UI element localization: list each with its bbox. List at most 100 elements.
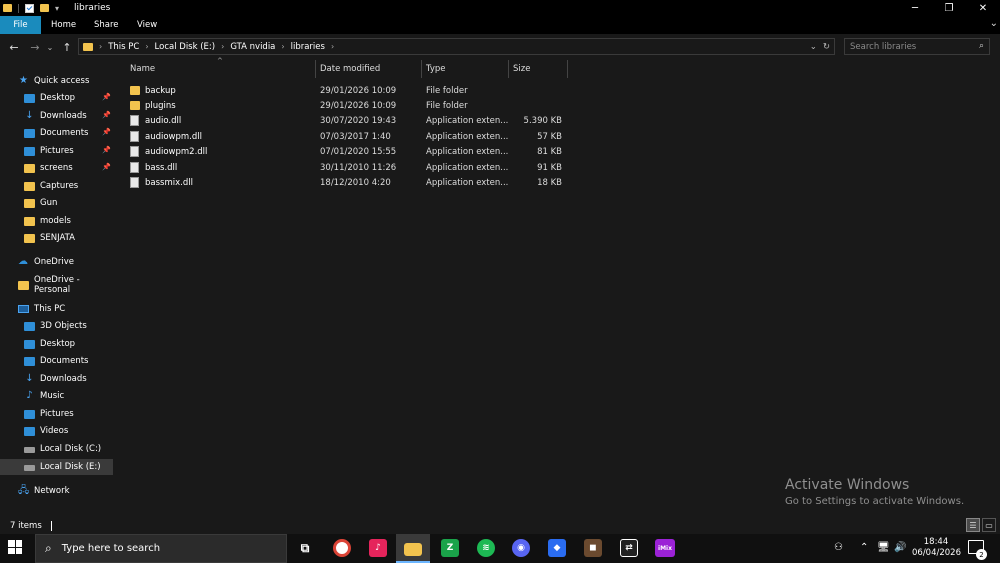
recent-locations-icon[interactable]: ⌄ [43, 39, 57, 55]
column-divider[interactable] [315, 60, 316, 78]
nav-label: Music [40, 391, 65, 401]
expand-ribbon-icon[interactable]: ⌄ [990, 18, 998, 29]
column-divider[interactable] [421, 60, 422, 78]
nav-label: 3D Objects [40, 321, 87, 331]
chevron-right-icon[interactable]: › [221, 42, 224, 51]
forward-button[interactable]: → [28, 39, 42, 55]
file-row[interactable]: bassmix.dll 18/12/2010 4:20 Application … [120, 175, 580, 190]
nav-pc-documents[interactable]: Documents [24, 353, 114, 369]
new-folder-icon[interactable] [40, 4, 49, 12]
pin-icon: 📌 [102, 146, 111, 154]
chevron-right-icon[interactable]: › [145, 42, 148, 51]
column-header-size[interactable]: Size [513, 60, 530, 78]
nav-quick-documents[interactable]: Documents 📌 [24, 125, 114, 141]
minimize-button[interactable]: ─ [898, 0, 932, 16]
chevron-right-icon[interactable]: › [281, 42, 284, 51]
breadcrumb-libraries[interactable]: libraries [291, 42, 325, 52]
tab-view[interactable]: View [137, 16, 157, 34]
back-button[interactable]: ← [7, 39, 21, 55]
tab-file[interactable]: File [0, 16, 41, 34]
nav-quick-pictures[interactable]: Pictures 📌 [24, 143, 114, 159]
column-header-date[interactable]: Date modified [320, 60, 380, 78]
column-divider[interactable] [508, 60, 509, 78]
search-box[interactable]: Search libraries ⌕ [844, 38, 990, 55]
file-name: audiowpm.dll [145, 131, 203, 142]
people-icon[interactable]: ⚇ [834, 542, 843, 553]
nav-pc-3d-objects[interactable]: 3D Objects [24, 318, 114, 334]
file-row[interactable]: audiowpm.dll 07/03/2017 1:40 Application… [120, 129, 580, 144]
nav-quick-models[interactable]: models [24, 213, 114, 229]
column-header-name[interactable]: Name [130, 60, 155, 78]
tab-home[interactable]: Home [51, 16, 76, 34]
game-app-icon[interactable]: ◼ [584, 539, 602, 557]
file-date: 30/07/2020 19:43 [320, 115, 397, 126]
customize-toolbar-icon[interactable]: ▾ [55, 4, 59, 13]
file-row[interactable]: backup 29/01/2026 10:09 File folder [120, 83, 580, 98]
show-hidden-icons-icon[interactable]: ⌃ [860, 542, 868, 553]
address-bar[interactable]: › This PC › Local Disk (E:) › GTA nvidia… [78, 38, 835, 55]
tab-share[interactable]: Share [94, 16, 119, 34]
large-icons-view-icon[interactable]: ▭ [982, 518, 996, 532]
up-button[interactable]: ↑ [60, 39, 74, 55]
nav-quick-access[interactable]: ★ Quick access [18, 73, 132, 89]
file-row[interactable]: bass.dll 30/11/2010 11:26 Application ex… [120, 160, 580, 175]
nav-quick-desktop[interactable]: Desktop 📌 [24, 90, 114, 106]
app-green-icon[interactable]: Z [441, 539, 459, 557]
music-icon: ♪ [26, 390, 33, 401]
taskbar-search[interactable]: ⌕ Type here to search [35, 534, 287, 563]
chevron-right-icon[interactable]: › [99, 42, 102, 51]
nav-pc-videos[interactable]: Videos [24, 423, 114, 439]
file-row[interactable]: plugins 29/01/2026 10:09 File folder [120, 98, 580, 113]
breadcrumb-this-pc[interactable]: This PC [108, 42, 139, 52]
nav-onedrive-personal[interactable]: OneDrive - Personal [18, 275, 114, 295]
restore-button[interactable]: ❐ [932, 0, 966, 16]
file-name: bass.dll [145, 162, 178, 173]
volume-icon[interactable]: 🔊 [894, 542, 906, 553]
search-placeholder: Search libraries [850, 41, 917, 52]
purple-app-icon[interactable]: iMix [655, 539, 675, 557]
file-explorer-icon[interactable] [404, 543, 422, 556]
details-view-icon[interactable]: ☰ [966, 518, 980, 532]
nav-this-pc[interactable]: This PC [18, 301, 114, 317]
nav-pc-local-disk-e[interactable]: Local Disk (E:) [0, 459, 113, 475]
nav-quick-downloads[interactable]: ↓ Downloads 📌 [24, 108, 114, 124]
nav-pc-pictures[interactable]: Pictures [24, 406, 114, 422]
nav-pc-desktop[interactable]: Desktop [24, 336, 114, 352]
network-status-icon[interactable]: 🖥 [877, 542, 890, 553]
activation-watermark-title: Activate Windows [785, 477, 910, 493]
capcut-icon[interactable]: ⇄ [620, 539, 638, 557]
nav-pc-music[interactable]: ♪ Music [24, 388, 114, 404]
discord-icon[interactable]: ◉ [512, 539, 530, 557]
chevron-right-icon[interactable]: › [331, 42, 334, 51]
column-header-type[interactable]: Type [426, 60, 446, 78]
roblox-icon[interactable]: ◆ [548, 539, 566, 557]
nav-quick-captures[interactable]: Captures [24, 178, 114, 194]
file-row[interactable]: audiowpm2.dll 07/01/2020 15:55 Applicati… [120, 144, 580, 159]
properties-icon[interactable] [25, 3, 34, 13]
search-icon: ⌕ [978, 41, 984, 51]
spotify-icon[interactable]: ≋ [477, 539, 495, 557]
chevron-down-icon[interactable]: ⌄ [810, 42, 817, 52]
system-clock[interactable]: 18:44 06/04/2026 [912, 537, 961, 559]
task-view-icon[interactable]: ⧉ [296, 539, 314, 557]
refresh-icon[interactable]: ↻ [823, 42, 830, 52]
breadcrumb-local-disk-e[interactable]: Local Disk (E:) [155, 42, 216, 52]
windows-start-icon[interactable] [8, 540, 22, 554]
view-switcher: ☰ ▭ [966, 518, 996, 532]
file-row[interactable]: audio.dll 30/07/2020 19:43 Application e… [120, 113, 580, 128]
nav-network[interactable]: 🖧 Network [18, 483, 114, 499]
nav-onedrive[interactable]: ☁ OneDrive [18, 254, 114, 270]
nav-pc-local-disk-c[interactable]: Local Disk (C:) [24, 441, 114, 457]
nav-quick-screens[interactable]: screens 📌 [24, 160, 114, 176]
nav-quick-gun[interactable]: Gun [24, 195, 114, 211]
nav-quick-senjata[interactable]: SENJATA [24, 230, 114, 246]
quick-access-toolbar: ▾ [0, 3, 59, 13]
breadcrumb-gta-nvidia[interactable]: GTA nvidia [230, 42, 275, 52]
chrome-icon[interactable] [333, 539, 351, 557]
nav-pc-downloads[interactable]: ↓ Downloads [24, 371, 114, 387]
nav-label: Network [34, 486, 70, 496]
close-button[interactable]: ✕ [966, 0, 1000, 16]
file-name: bassmix.dll [145, 177, 193, 188]
column-divider[interactable] [567, 60, 568, 78]
tiktok-icon[interactable]: ♪ [369, 539, 387, 557]
